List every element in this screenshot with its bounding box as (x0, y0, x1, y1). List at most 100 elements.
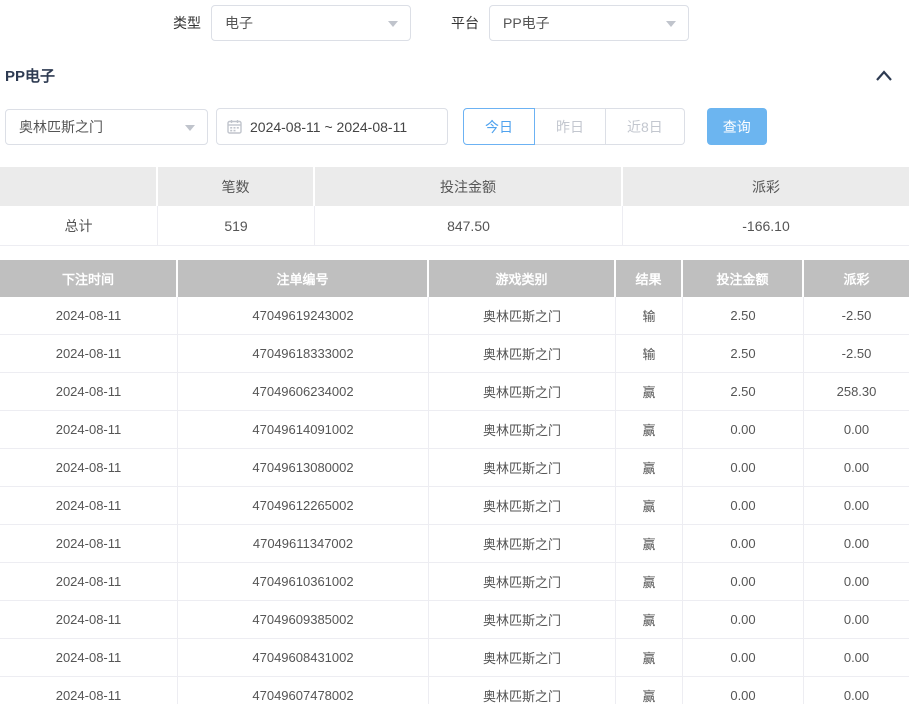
table-cell: 0.00 (683, 487, 804, 524)
collapse-section-button[interactable] (875, 70, 893, 82)
table-cell: 0.00 (683, 525, 804, 562)
type-select[interactable]: 电子 (211, 5, 411, 41)
platform-label: 平台 (451, 13, 479, 33)
table-header-cell: 投注金额 (683, 260, 804, 297)
table-cell: 奥林匹斯之门 (429, 601, 616, 638)
table-header-cell: 结果 (616, 260, 683, 297)
table-cell: 赢 (616, 487, 683, 524)
date-range-picker[interactable]: 2024-08-11 ~ 2024-08-11 (216, 108, 448, 145)
summary-value-cell: 总计 (0, 206, 158, 245)
table-cell: 0.00 (804, 525, 909, 562)
table-cell: 47049618333002 (178, 335, 429, 372)
table-cell: 2024-08-11 (0, 639, 178, 676)
game-select-value: 奥林匹斯之门 (19, 117, 103, 137)
table-cell: 赢 (616, 677, 683, 704)
summary-header-cell: 笔数 (158, 167, 315, 206)
chevron-down-icon (666, 21, 676, 27)
table-cell: 2024-08-11 (0, 487, 178, 524)
platform-select-value: PP电子 (503, 13, 550, 33)
table-cell: 奥林匹斯之门 (429, 411, 616, 448)
table-cell: 奥林匹斯之门 (429, 525, 616, 562)
table-cell: 0.00 (683, 563, 804, 600)
table-cell: 47049611347002 (178, 525, 429, 562)
table-cell: 2.50 (683, 297, 804, 334)
quick-date-button-group: 今日 昨日 近8日 (463, 108, 685, 145)
table-cell: 0.00 (804, 639, 909, 676)
table-cell: 赢 (616, 449, 683, 486)
summary-value-cell: 847.50 (315, 206, 623, 245)
summary-header-cell: 派彩 (623, 167, 909, 206)
table-cell: 0.00 (683, 639, 804, 676)
summary-header-cell: 投注金额 (315, 167, 623, 206)
platform-select[interactable]: PP电子 (489, 5, 689, 41)
bet-records-table: 下注时间注单编号游戏类别结果投注金额派彩 2024-08-11470496192… (0, 260, 909, 704)
table-cell: 47049619243002 (178, 297, 429, 334)
table-cell: 0.00 (804, 487, 909, 524)
table-header-cell: 游戏类别 (429, 260, 616, 297)
summary-table: 笔数投注金额派彩 总计519847.50-166.10 (0, 167, 909, 246)
table-row: 2024-08-1147049613080002奥林匹斯之门赢0.000.00 (0, 449, 909, 487)
table-cell: -2.50 (804, 297, 909, 334)
filter-row: 奥林匹斯之门 2024-08-11 ~ 2024-08-11 今日 昨日 近8日… (0, 108, 909, 145)
table-cell: 0.00 (683, 677, 804, 704)
summary-total-row: 总计519847.50-166.10 (0, 206, 909, 246)
table-cell: 47049608431002 (178, 639, 429, 676)
date-range-value: 2024-08-11 ~ 2024-08-11 (250, 119, 407, 135)
table-cell: 47049612265002 (178, 487, 429, 524)
table-header-row: 下注时间注单编号游戏类别结果投注金额派彩 (0, 260, 909, 297)
today-button[interactable]: 今日 (463, 108, 535, 145)
table-cell: 赢 (616, 639, 683, 676)
query-button[interactable]: 查询 (707, 108, 767, 145)
table-cell: 2024-08-11 (0, 563, 178, 600)
table-row: 2024-08-1147049610361002奥林匹斯之门赢0.000.00 (0, 563, 909, 601)
table-cell: 0.00 (683, 449, 804, 486)
table-cell: 2024-08-11 (0, 525, 178, 562)
last-8-days-button[interactable]: 近8日 (606, 108, 685, 145)
table-row: 2024-08-1147049607478002奥林匹斯之门赢0.000.00 (0, 677, 909, 704)
table-cell: 0.00 (804, 563, 909, 600)
table-cell: 输 (616, 335, 683, 372)
table-cell: 赢 (616, 601, 683, 638)
table-cell: 2.50 (683, 373, 804, 410)
table-row: 2024-08-1147049612265002奥林匹斯之门赢0.000.00 (0, 487, 909, 525)
table-cell: 2024-08-11 (0, 335, 178, 372)
table-cell: 47049610361002 (178, 563, 429, 600)
table-row: 2024-08-1147049618333002奥林匹斯之门输2.50-2.50 (0, 335, 909, 373)
table-cell: 47049609385002 (178, 601, 429, 638)
table-cell: 0.00 (804, 601, 909, 638)
table-cell: 2024-08-11 (0, 297, 178, 334)
table-cell: 奥林匹斯之门 (429, 563, 616, 600)
table-cell: 奥林匹斯之门 (429, 297, 616, 334)
table-row: 2024-08-1147049609385002奥林匹斯之门赢0.000.00 (0, 601, 909, 639)
table-cell: 2024-08-11 (0, 601, 178, 638)
table-cell: 2.50 (683, 335, 804, 372)
table-row: 2024-08-1147049619243002奥林匹斯之门输2.50-2.50 (0, 297, 909, 335)
table-header-cell: 派彩 (804, 260, 909, 297)
table-header-cell: 注单编号 (178, 260, 429, 297)
table-cell: 47049607478002 (178, 677, 429, 704)
section-header: PP电子 (0, 65, 909, 86)
table-cell: 2024-08-11 (0, 411, 178, 448)
yesterday-button[interactable]: 昨日 (535, 108, 606, 145)
summary-header-cell (0, 167, 158, 206)
table-row: 2024-08-1147049614091002奥林匹斯之门赢0.000.00 (0, 411, 909, 449)
summary-header-row: 笔数投注金额派彩 (0, 167, 909, 206)
chevron-up-icon (875, 70, 893, 82)
game-select[interactable]: 奥林匹斯之门 (5, 109, 208, 145)
table-cell: 奥林匹斯之门 (429, 677, 616, 704)
table-cell: 258.30 (804, 373, 909, 410)
table-cell: 奥林匹斯之门 (429, 639, 616, 676)
table-body: 2024-08-1147049619243002奥林匹斯之门输2.50-2.50… (0, 297, 909, 704)
table-cell: 赢 (616, 373, 683, 410)
table-cell: 47049613080002 (178, 449, 429, 486)
table-cell: 0.00 (804, 677, 909, 704)
table-cell: 输 (616, 297, 683, 334)
table-cell: -2.50 (804, 335, 909, 372)
table-cell: 2024-08-11 (0, 677, 178, 704)
table-cell: 赢 (616, 525, 683, 562)
betting-records-page: 类型 电子 平台 PP电子 PP电子 奥林匹斯之门 (0, 0, 909, 704)
table-cell: 赢 (616, 563, 683, 600)
table-cell: 0.00 (804, 449, 909, 486)
table-header-cell: 下注时间 (0, 260, 178, 297)
table-cell: 奥林匹斯之门 (429, 335, 616, 372)
